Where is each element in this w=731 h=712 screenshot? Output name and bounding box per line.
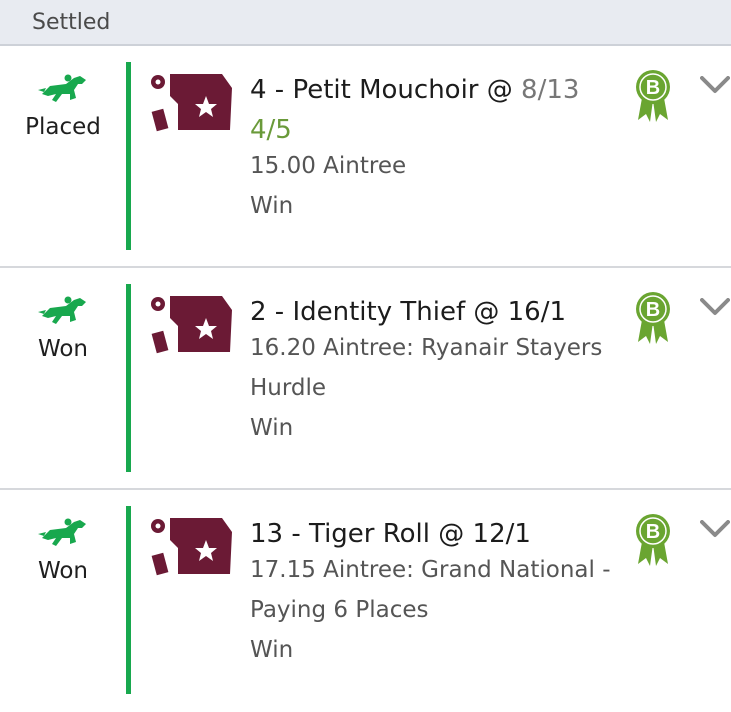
bet-row[interactable]: Placed 4 - Petit Mouchoir @ 8/13 4/5 15.… xyxy=(0,46,731,268)
boosted-price: 4/5 xyxy=(250,115,292,145)
bet-details: 2 - Identity Thief @ 16/1 16.20 Aintree:… xyxy=(250,296,602,448)
event-info: 17.15 Aintree: Grand National - xyxy=(250,557,611,583)
badge-letter: B xyxy=(646,299,660,321)
status-label: Won xyxy=(37,336,89,362)
bet-type: Win xyxy=(250,193,294,219)
status-bar xyxy=(126,506,131,694)
event-info-continued: Paying 6 Places xyxy=(250,597,429,623)
event-info: 16.20 Aintree: Ryanair Stayers xyxy=(250,335,603,361)
original-price: 8/13 xyxy=(521,75,580,105)
bet-status: Placed xyxy=(0,72,126,140)
status-bar xyxy=(126,284,131,472)
bet-status: Won xyxy=(0,294,126,362)
section-header: Settled xyxy=(0,0,731,46)
status-label: Won xyxy=(37,558,89,584)
bet-row[interactable]: Won 13 - Tiger Roll @ 12/1 17.15 Aintree… xyxy=(0,490,731,712)
chevron-down-icon[interactable] xyxy=(700,76,730,94)
horse-icon xyxy=(38,518,86,546)
selection-name: 2 - Identity Thief @ 16/1 xyxy=(250,297,567,327)
jockey-silk-icon xyxy=(151,518,232,576)
bet-type: Win xyxy=(250,415,294,441)
bet-row[interactable]: Won 2 - Identity Thief @ 16/1 16.20 Aint… xyxy=(0,268,731,490)
event-info: 15.00 Aintree xyxy=(250,153,407,179)
horse-icon xyxy=(38,296,86,324)
event-info-continued: Hurdle xyxy=(250,375,327,401)
jockey-silk-icon xyxy=(151,296,232,354)
selection-text: 4 - Petit Mouchoir @ xyxy=(250,75,522,105)
bet-type: Win xyxy=(250,637,294,663)
bet-details: 4 - Petit Mouchoir @ 8/13 4/5 15.00 Aint… xyxy=(250,74,579,226)
selection-name: 13 - Tiger Roll @ 12/1 xyxy=(250,519,531,549)
bet-status: Won xyxy=(0,516,126,584)
badge-letter: B xyxy=(646,521,660,543)
chevron-down-icon[interactable] xyxy=(700,298,730,316)
badge-icon: B xyxy=(636,514,670,566)
bet-details: 13 - Tiger Roll @ 12/1 17.15 Aintree: Gr… xyxy=(250,518,611,670)
jockey-silk-icon xyxy=(151,74,232,132)
status-label: Placed xyxy=(25,114,101,140)
badge-letter: B xyxy=(646,77,660,99)
selection-name: 4 - Petit Mouchoir @ 8/13 xyxy=(250,74,579,106)
badge-icon: B xyxy=(636,292,670,344)
status-bar xyxy=(126,62,131,250)
section-title: Settled xyxy=(32,9,111,35)
horse-icon xyxy=(38,74,86,102)
badge-icon: B xyxy=(636,70,670,122)
chevron-down-icon[interactable] xyxy=(700,520,730,538)
